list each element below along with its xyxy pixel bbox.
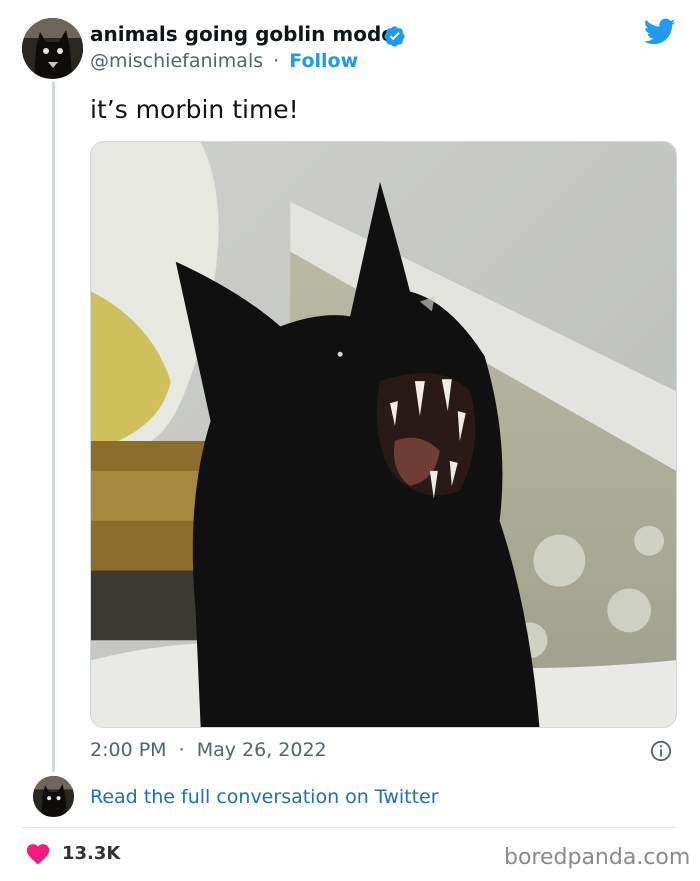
tweet-text: it’s morbin time!	[90, 95, 299, 124]
footer-divider	[22, 827, 677, 828]
timestamp-separator: ·	[178, 739, 185, 761]
author-handle-row: @mischiefanimals · Follow	[90, 50, 358, 72]
follow-button[interactable]: Follow	[289, 50, 358, 72]
verified-badge-icon	[384, 26, 405, 47]
author-avatar[interactable]	[22, 18, 83, 79]
handle-separator: ·	[273, 50, 280, 72]
author-handle[interactable]: @mischiefanimals	[90, 50, 263, 72]
tweet-media-photo[interactable]	[90, 141, 677, 728]
twitter-bird-icon[interactable]	[644, 18, 676, 46]
boredpanda-watermark: boredpanda.com	[504, 845, 691, 870]
tweet-date[interactable]: May 26, 2022	[197, 739, 327, 761]
tweet-embed-card: animals going goblin mode @mischiefanima…	[0, 0, 700, 881]
author-display-name[interactable]: animals going goblin mode	[90, 22, 395, 46]
read-full-conversation-link[interactable]: Read the full conversation on Twitter	[90, 786, 439, 808]
like-count: 13.3K	[62, 843, 121, 864]
reply-avatar[interactable]	[33, 776, 74, 817]
heart-icon[interactable]	[26, 843, 50, 865]
info-icon[interactable]	[650, 740, 672, 762]
tweet-timestamp[interactable]: 2:00 PM · May 26, 2022	[90, 739, 327, 761]
tweet-time[interactable]: 2:00 PM	[90, 739, 167, 761]
thread-connector-line	[52, 82, 55, 772]
